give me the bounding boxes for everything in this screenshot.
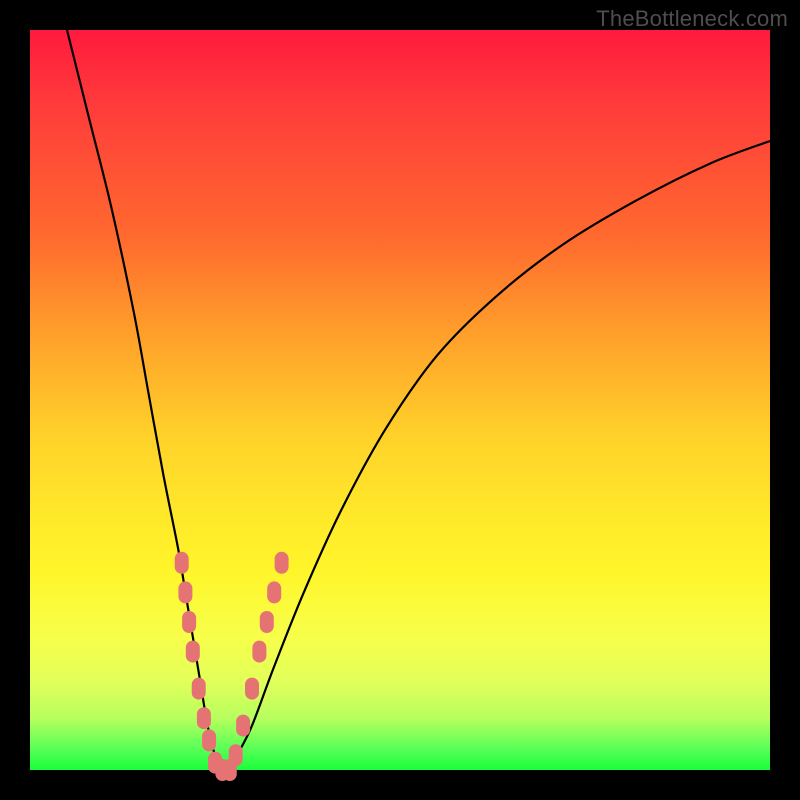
- plot-area: [30, 30, 770, 770]
- bead-marker: [252, 641, 266, 663]
- bead-marker: [178, 581, 192, 603]
- bead-marker: [275, 552, 289, 574]
- bead-marker: [186, 641, 200, 663]
- chart-frame: TheBottleneck.com: [0, 0, 800, 800]
- bead-marker: [260, 611, 274, 633]
- bottleneck-curve: [67, 30, 770, 772]
- bead-marker: [236, 715, 250, 737]
- bead-marker: [197, 707, 211, 729]
- curve-svg: [30, 30, 770, 770]
- bead-marker: [192, 678, 206, 700]
- bead-marker: [229, 744, 243, 766]
- bead-marker: [245, 678, 259, 700]
- bead-group: [175, 552, 289, 781]
- bead-marker: [202, 729, 216, 751]
- bead-marker: [182, 611, 196, 633]
- bead-marker: [175, 552, 189, 574]
- watermark-text: TheBottleneck.com: [596, 6, 788, 32]
- bead-marker: [267, 581, 281, 603]
